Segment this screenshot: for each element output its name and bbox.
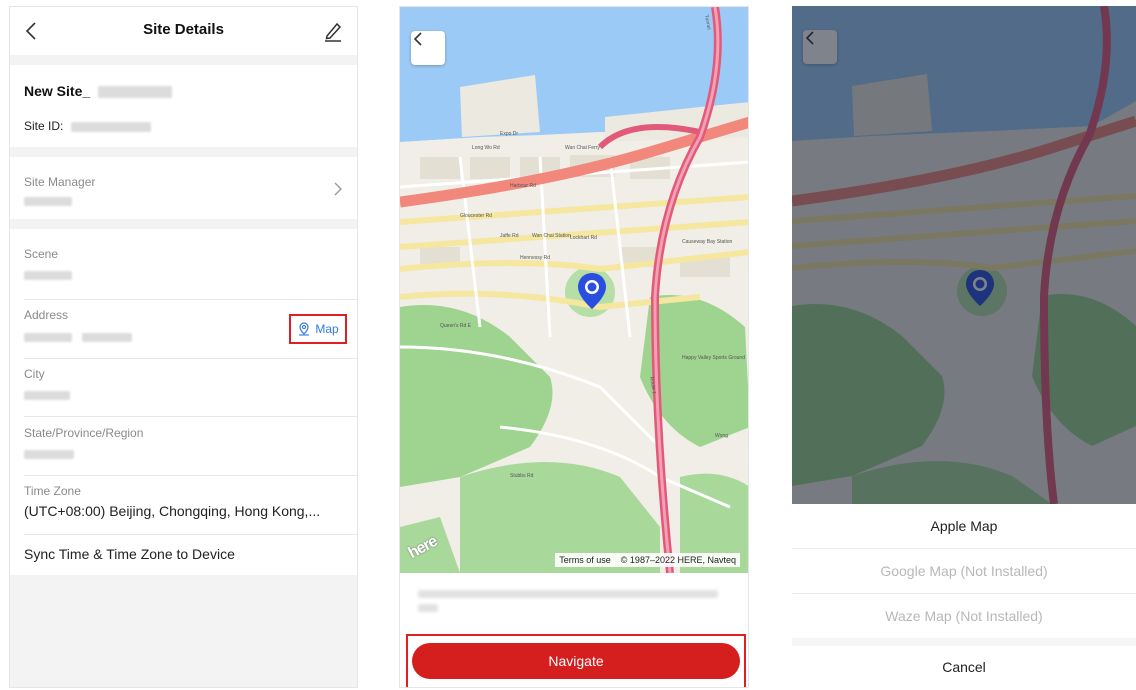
chevron-left-icon — [413, 32, 422, 46]
map-label-stubbs: Stubbs Rd — [510, 473, 534, 479]
redacted-site-id — [70, 121, 151, 132]
map-link[interactable]: Map — [289, 314, 347, 344]
map-label-happy-valley: Happy Valley Sports Ground — [682, 355, 745, 361]
option-waze-map: Waze Map (Not Installed) — [792, 594, 1136, 638]
state-label: State/Province/Region — [24, 426, 144, 440]
cancel-button[interactable]: Cancel — [792, 646, 1136, 688]
redacted-site-manager — [24, 197, 72, 206]
action-sheet: Apple Map Google Map (Not Installed) Waz… — [792, 504, 1136, 688]
sync-time-button[interactable]: Sync Time & Time Zone to Device — [24, 546, 235, 562]
navigate-button[interactable]: Navigate — [412, 643, 740, 679]
option-google-map: Google Map (Not Installed) — [792, 549, 1136, 593]
site-name: New Site_ — [24, 83, 91, 99]
redacted-line — [418, 590, 718, 598]
divider — [24, 534, 357, 535]
map-label-hennessy: Hennessy Rd — [520, 255, 550, 261]
redacted-state — [24, 450, 74, 459]
chevron-right-icon — [334, 182, 342, 196]
map-label-queens: Queen's Rd E — [440, 323, 472, 329]
city-label: City — [24, 367, 45, 381]
map-label-expo: Expo Dr — [500, 131, 518, 137]
redacted-line — [418, 604, 438, 612]
redacted-site-name — [98, 86, 173, 99]
map-screen: Wan Chai Ferry Long Wo Rd Expo Dr Harbou… — [399, 6, 749, 688]
timezone-label: Time Zone — [24, 484, 81, 498]
details-card: Scene Address City State/Province/Region… — [10, 229, 357, 575]
site-manager-label: Site Manager — [24, 175, 96, 189]
map-app-picker-screen: Apple Map Google Map (Not Installed) Waz… — [792, 6, 1136, 688]
divider — [24, 475, 357, 476]
map-label-ferry: Wan Chai Ferry — [565, 145, 600, 151]
site-details-screen: Site Details New Site_ Site ID: Site Man… — [9, 6, 358, 688]
terms-of-use-link[interactable]: Terms of use — [559, 555, 611, 565]
map-link-label: Map — [315, 322, 339, 336]
map-label-causeway: Causeway Bay Station — [682, 239, 733, 245]
map-label-long-wo: Long Wo Rd — [472, 145, 500, 151]
nav-bar: Site Details — [10, 7, 357, 55]
address-label: Address — [24, 308, 69, 322]
redacted-scene — [24, 271, 72, 280]
redacted-address-2 — [82, 333, 132, 342]
navigate-button-highlight: Navigate — [406, 634, 746, 687]
redacted-city — [24, 391, 70, 400]
map-canvas[interactable]: Wan Chai Ferry Long Wo Rd Expo Dr Harbou… — [400, 7, 748, 573]
scene-label: Scene — [24, 247, 59, 261]
map-back-button[interactable] — [411, 31, 445, 65]
map-label-lockhart: Lockhart Rd — [570, 235, 597, 241]
map-attribution: Terms of use © 1987–2022 HERE, Navteq — [555, 553, 740, 567]
divider — [24, 416, 357, 417]
pencil-edit-icon[interactable] — [321, 19, 345, 43]
site-info-card: New Site_ Site ID: — [10, 65, 357, 147]
site-manager-row[interactable]: Site Manager — [10, 157, 357, 219]
map-label-gloucester: Gloucester Rd — [460, 213, 492, 219]
park-area — [400, 305, 553, 487]
dim-overlay[interactable] — [792, 6, 1136, 504]
option-apple-map[interactable]: Apple Map — [792, 504, 1136, 548]
copyright-text: © 1987–2022 HERE, Navteq — [620, 555, 736, 565]
map-label-harbour: Harbour Rd — [510, 183, 536, 189]
redacted-address-text — [418, 590, 718, 618]
timezone-value: (UTC+08:00) Beijing, Chongqing, Hong Kon… — [24, 503, 321, 519]
map-label-jaffe: Jaffe Rd — [500, 233, 519, 239]
redacted-address-1 — [24, 333, 72, 342]
divider — [24, 358, 357, 359]
map-view[interactable]: Wan Chai Ferry Long Wo Rd Expo Dr Harbou… — [400, 7, 748, 573]
page-title: Site Details — [143, 21, 224, 38]
map-label-wong: Wong — [715, 433, 728, 439]
map-label-station: Wan Chai Station — [532, 233, 571, 239]
map-pin-icon — [299, 322, 310, 336]
site-id-label: Site ID: — [24, 119, 64, 133]
divider — [24, 299, 357, 300]
